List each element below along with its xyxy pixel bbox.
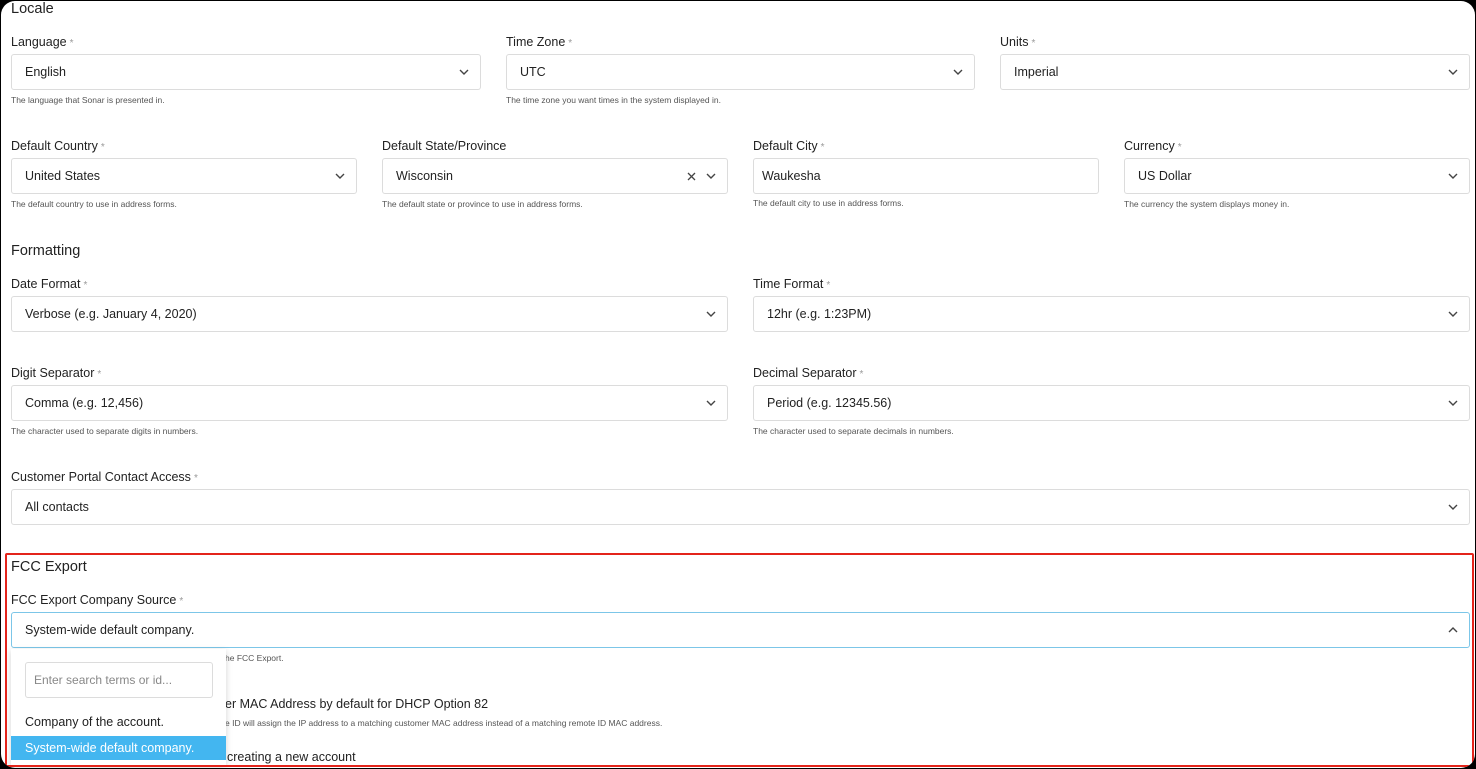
time-zone-value: UTC (520, 65, 546, 79)
time-format-value: 12hr (e.g. 1:23PM) (767, 307, 872, 321)
default-city-label: Default City * (753, 139, 825, 153)
dropdown-option-system-wide-default[interactable]: System-wide default company. (11, 736, 226, 760)
close-icon[interactable] (685, 170, 697, 182)
section-title-fcc-export: FCC Export (11, 559, 87, 575)
units-select[interactable]: Imperial (1000, 54, 1470, 90)
chevron-down-icon (334, 170, 346, 182)
fcc-company-source-help: he FCC Export. (225, 653, 284, 663)
digit-separator-value: Comma (e.g. 12,456) (25, 396, 144, 410)
section-title-locale: Locale (11, 1, 54, 17)
portal-access-label: Customer Portal Contact Access * (11, 470, 198, 484)
chevron-down-icon (705, 308, 717, 320)
default-country-label: Default Country * (11, 139, 105, 153)
date-format-value: Verbose (e.g. January 4, 2020) (25, 307, 197, 321)
digit-separator-select[interactable]: Comma (e.g. 12,456) (11, 385, 728, 421)
time-zone-label: Time Zone * (506, 35, 573, 49)
radius-account-label: creating a new account (227, 750, 356, 764)
default-city-input[interactable]: Waukesha (753, 158, 1099, 194)
fcc-company-source-label: FCC Export Company Source * (11, 593, 184, 607)
units-label: Units * (1000, 35, 1036, 49)
default-country-value: United States (25, 169, 101, 183)
decimal-separator-select[interactable]: Period (e.g. 12345.56) (753, 385, 1470, 421)
digit-separator-help: The character used to separate digits in… (11, 426, 199, 436)
chevron-down-icon (1447, 501, 1459, 513)
currency-value: US Dollar (1138, 169, 1192, 183)
chevron-down-icon (1447, 66, 1459, 78)
default-state-value: Wisconsin (396, 169, 453, 183)
decimal-separator-help: The character used to separate decimals … (753, 426, 954, 436)
decimal-separator-label: Decimal Separator * (753, 366, 864, 380)
decimal-separator-value: Period (e.g. 12345.56) (767, 396, 892, 410)
chevron-down-icon (705, 170, 717, 182)
date-format-select[interactable]: Verbose (e.g. January 4, 2020) (11, 296, 728, 332)
currency-help: The currency the system displays money i… (1124, 199, 1290, 209)
dropdown-search-input[interactable] (25, 662, 213, 698)
time-zone-help: The time zone you want times in the syst… (506, 95, 721, 105)
default-state-help: The default state or province to use in … (382, 199, 583, 209)
portal-access-value: All contacts (25, 500, 89, 514)
chevron-down-icon (1447, 170, 1459, 182)
dropdown-option-company-of-account[interactable]: Company of the account. (11, 710, 226, 734)
settings-page: Locale Language * English The language th… (1, 1, 1475, 768)
default-state-label: Default State/Province (382, 139, 507, 153)
section-title-formatting: Formatting (11, 243, 81, 259)
units-value: Imperial (1014, 65, 1059, 79)
currency-select[interactable]: US Dollar (1124, 158, 1470, 194)
language-select[interactable]: English (11, 54, 481, 90)
portal-access-select[interactable]: All contacts (11, 489, 1470, 525)
currency-label: Currency * (1124, 139, 1182, 153)
chevron-up-icon (1447, 624, 1459, 636)
language-label: Language * (11, 35, 74, 49)
default-city-value: Waukesha (762, 169, 821, 183)
fcc-company-source-value: System-wide default company. (25, 623, 195, 637)
date-format-label: Date Format * (11, 277, 88, 291)
dhcp-option-help: e ID will assign the IP address to a mat… (225, 718, 663, 728)
digit-separator-label: Digit Separator * (11, 366, 102, 380)
dhcp-option-label: er MAC Address by default for DHCP Optio… (225, 697, 489, 711)
fcc-company-source-dropdown: Company of the account. System-wide defa… (11, 649, 226, 765)
chevron-down-icon (1447, 397, 1459, 409)
language-value: English (25, 65, 66, 79)
default-state-select[interactable]: Wisconsin (382, 158, 728, 194)
chevron-down-icon (1447, 308, 1459, 320)
default-country-select[interactable]: United States (11, 158, 357, 194)
chevron-down-icon (705, 397, 717, 409)
fcc-company-source-select[interactable]: System-wide default company. (11, 612, 1470, 648)
chevron-down-icon (952, 66, 964, 78)
time-format-select[interactable]: 12hr (e.g. 1:23PM) (753, 296, 1470, 332)
time-format-label: Time Format * (753, 277, 831, 291)
default-country-help: The default country to use in address fo… (11, 199, 177, 209)
chevron-down-icon (458, 66, 470, 78)
time-zone-select[interactable]: UTC (506, 54, 975, 90)
default-city-help: The default city to use in address forms… (753, 198, 904, 208)
language-help: The language that Sonar is presented in. (11, 95, 165, 105)
